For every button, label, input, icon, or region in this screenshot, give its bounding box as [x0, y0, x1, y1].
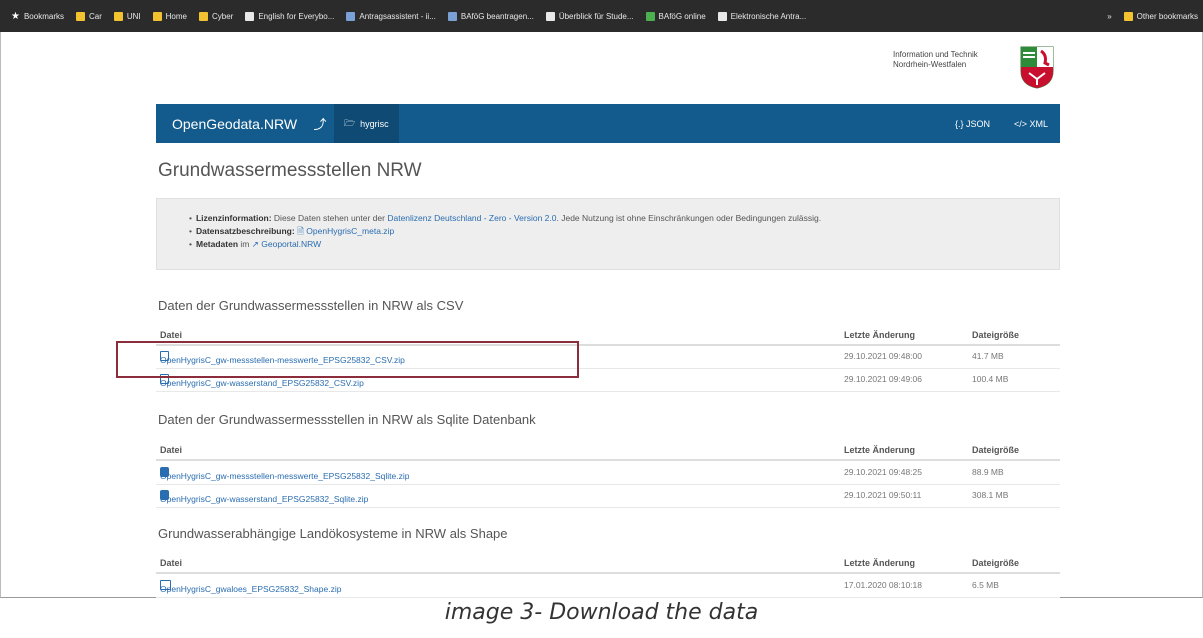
- folder-icon: [1123, 11, 1133, 21]
- pin-icon[interactable]: ⤴: [306, 114, 334, 133]
- highlight-box: [116, 341, 579, 378]
- bookmark-folder-cyber[interactable]: Cyber: [194, 6, 238, 26]
- bookmark-other[interactable]: Other bookmarks: [1119, 6, 1203, 26]
- bookmarks-overflow-button[interactable]: »: [1102, 6, 1116, 26]
- xml-link[interactable]: </> XML: [1002, 119, 1060, 129]
- col-modified-header: Letzte Änderung: [844, 558, 915, 568]
- folder-icon: [152, 11, 162, 21]
- col-file-header: Datei: [160, 558, 183, 568]
- file-link[interactable]: OpenHygrisC_gw-wasserstand_EPSG25832_Sql…: [160, 490, 368, 504]
- bookmark-folder-car[interactable]: Car: [71, 6, 107, 26]
- star-icon: ★: [11, 10, 20, 22]
- bookmark-folder-uni[interactable]: UNI: [109, 6, 146, 26]
- col-modified-header: Letzte Änderung: [844, 330, 915, 340]
- folder-icon: [75, 11, 85, 21]
- bookmark-antragsassistent[interactable]: Antragsassistent - ii...: [341, 6, 440, 26]
- file-icon: 🗎: [297, 226, 304, 236]
- site-icon: [645, 11, 655, 21]
- site-icon: [545, 11, 555, 21]
- page-title: Grundwassermessstellen NRW: [158, 160, 422, 181]
- folder-icon: [199, 11, 208, 21]
- col-file-header: Datei: [160, 445, 183, 455]
- bookmark-ueberblick[interactable]: Überblick für Stude...: [541, 6, 639, 26]
- file-link[interactable]: OpenHygrisC_gwaloes_EPSG25832_Shape.zip: [160, 580, 341, 594]
- site-icon: [717, 11, 727, 21]
- metadata-row: • Metadaten im ↗ Geoportal.NRW: [189, 239, 322, 249]
- bookmark-bafoeg-beantragen[interactable]: BAföG beantragen...: [443, 6, 539, 26]
- itnrw-logo: Information und Technik Nordrhein-Westfa…: [893, 50, 978, 69]
- section-title-csv: Daten der Grundwassermessstellen in NRW …: [158, 298, 464, 313]
- bookmark-elektronische[interactable]: Elektronische Antra...: [713, 6, 812, 26]
- description-row: • Datensatzbeschreibung: 🗎 OpenHygrisC_me…: [189, 226, 395, 236]
- col-modified-header: Letzte Änderung: [844, 445, 915, 455]
- col-size-header: Dateigröße: [972, 445, 1020, 455]
- folder-icon: [113, 11, 123, 21]
- license-row: • Lizenzinformation: Diese Daten stehen u…: [189, 213, 822, 223]
- info-box: • Lizenzinformation: Diese Daten stehen u…: [156, 198, 1060, 270]
- site-icon: [245, 11, 255, 21]
- col-size-header: Dateigröße: [972, 330, 1020, 340]
- table-row: OpenHygrisC_gw-wasserstand_EPSG25832_Sql…: [156, 486, 1060, 508]
- bookmark-folder-home[interactable]: Home: [148, 6, 192, 26]
- file-link[interactable]: OpenHygrisC_gw-messstellen-messwerte_EPS…: [160, 467, 409, 481]
- license-link[interactable]: Datenlizenz Deutschland - Zero - Version…: [387, 213, 556, 223]
- geoportal-link[interactable]: Geoportal.NRW: [261, 239, 321, 249]
- bookmark-bafoeg-online[interactable]: BAföG online: [641, 6, 711, 26]
- json-link[interactable]: {.} JSON: [943, 119, 1002, 129]
- section-title-sqlite: Daten der Grundwassermessstellen in NRW …: [158, 412, 536, 427]
- col-file-header: Datei: [160, 330, 183, 340]
- brand-link[interactable]: OpenGeodata.NRW: [156, 116, 306, 132]
- table-header: Datei Letzte Änderung Dateigröße: [156, 441, 1060, 461]
- folder-open-icon: 🗁: [344, 117, 356, 128]
- external-link-icon: ↗: [251, 239, 259, 249]
- breadcrumb-hygrisc[interactable]: 🗁 hygrisc: [334, 104, 399, 143]
- meta-zip-link[interactable]: OpenHygrisC_meta.zip: [306, 226, 394, 236]
- col-size-header: Dateigröße: [972, 558, 1020, 568]
- figure-caption: image 3- Download the data: [444, 600, 759, 625]
- site-icon: [447, 11, 457, 21]
- table-row: OpenHygrisC_gwaloes_EPSG25832_Shape.zip …: [156, 576, 1060, 598]
- table-row: OpenHygrisC_gw-messstellen-messwerte_EPS…: [156, 463, 1060, 485]
- bookmark-bookmarks[interactable]: ★ Bookmarks: [6, 6, 69, 26]
- table-header: Datei Letzte Änderung Dateigröße: [156, 554, 1060, 574]
- bookmarks-bar: ★ Bookmarks Car UNI Home Cyber English fo…: [0, 0, 1203, 32]
- section-title-shape: Grundwasserabhängige Landökosysteme in N…: [158, 526, 508, 541]
- navbar: OpenGeodata.NRW ⤴ 🗁 hygrisc {.} JSON </>…: [156, 104, 1060, 143]
- nrw-crest-icon: [1020, 46, 1054, 89]
- site-icon: [346, 11, 356, 21]
- bookmark-english[interactable]: English for Everybo...: [240, 6, 339, 26]
